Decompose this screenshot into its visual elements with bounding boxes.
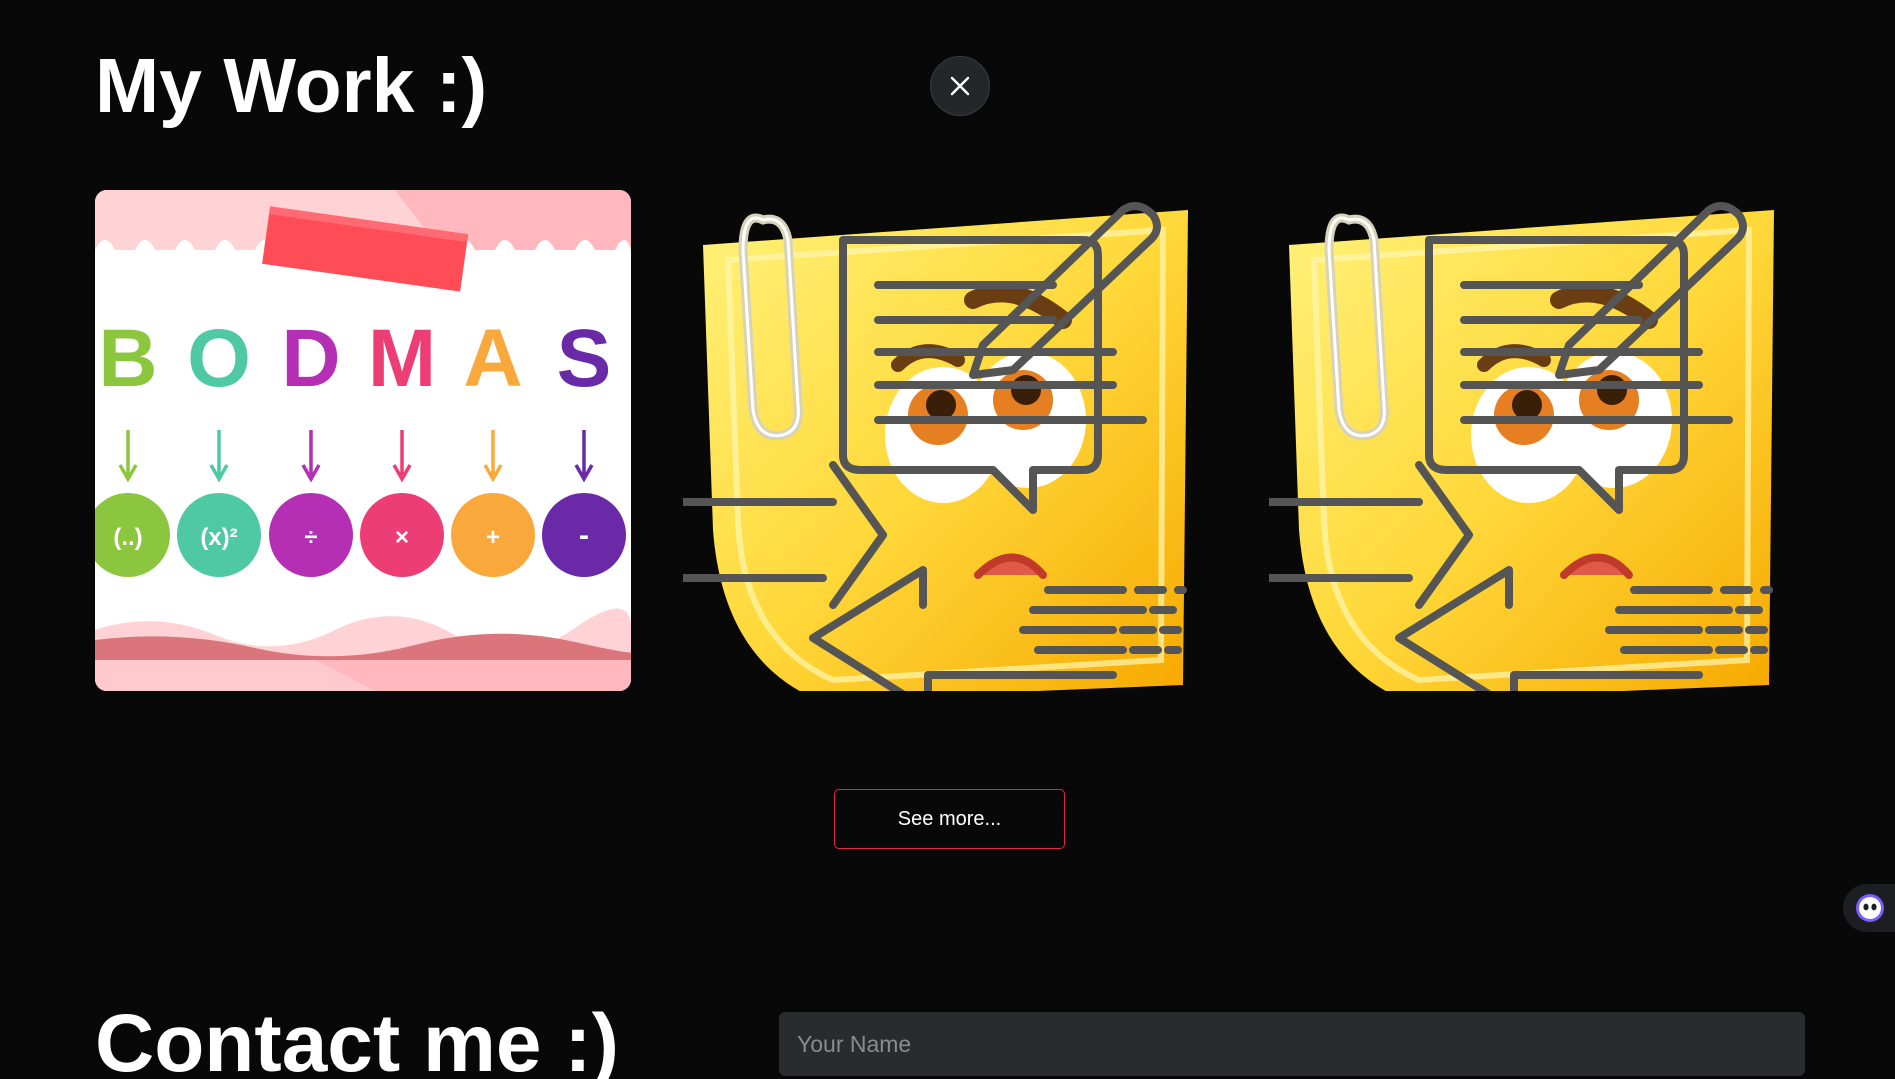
work-card-notes-2[interactable] [1269,190,1805,691]
bodmas-letter-d: D [281,313,340,404]
my-work-title: My Work :) [95,43,488,129]
close-button[interactable] [930,56,990,116]
page: My Work :) BODMAS (..) (x)² ÷ × + - See … [0,0,1895,1079]
bodmas-symbol: (..) [113,524,142,551]
see-more-button[interactable]: See more... [834,789,1065,849]
bodmas-symbol: ÷ [304,524,317,551]
bodmas-image: BODMAS (..) (x)² ÷ × + - [95,190,631,691]
your-name-input[interactable] [779,1012,1805,1076]
contact-title: Contact me :) [95,998,619,1079]
work-card-notes-1[interactable] [683,190,1219,691]
bodmas-letter-s: S [557,313,612,404]
floating-assistant-badge[interactable] [1843,884,1895,932]
bodmas-letter-b: B [98,313,157,404]
close-icon [950,76,970,96]
bodmas-letter-m: M [368,313,436,404]
bodmas-symbol: × [395,524,409,551]
sticky-note-emoji-icon [1269,202,1774,691]
sticky-note-emoji-icon [683,202,1188,691]
bodmas-symbol: (x)² [200,524,237,551]
ghost-icon [1856,894,1884,922]
bodmas-letter-o: O [187,313,251,404]
bodmas-letter-a: A [463,313,522,404]
bodmas-symbol: + [486,524,500,551]
bodmas-symbol: - [579,519,589,552]
work-card-bodmas[interactable]: BODMAS (..) (x)² ÷ × + - [95,190,631,691]
